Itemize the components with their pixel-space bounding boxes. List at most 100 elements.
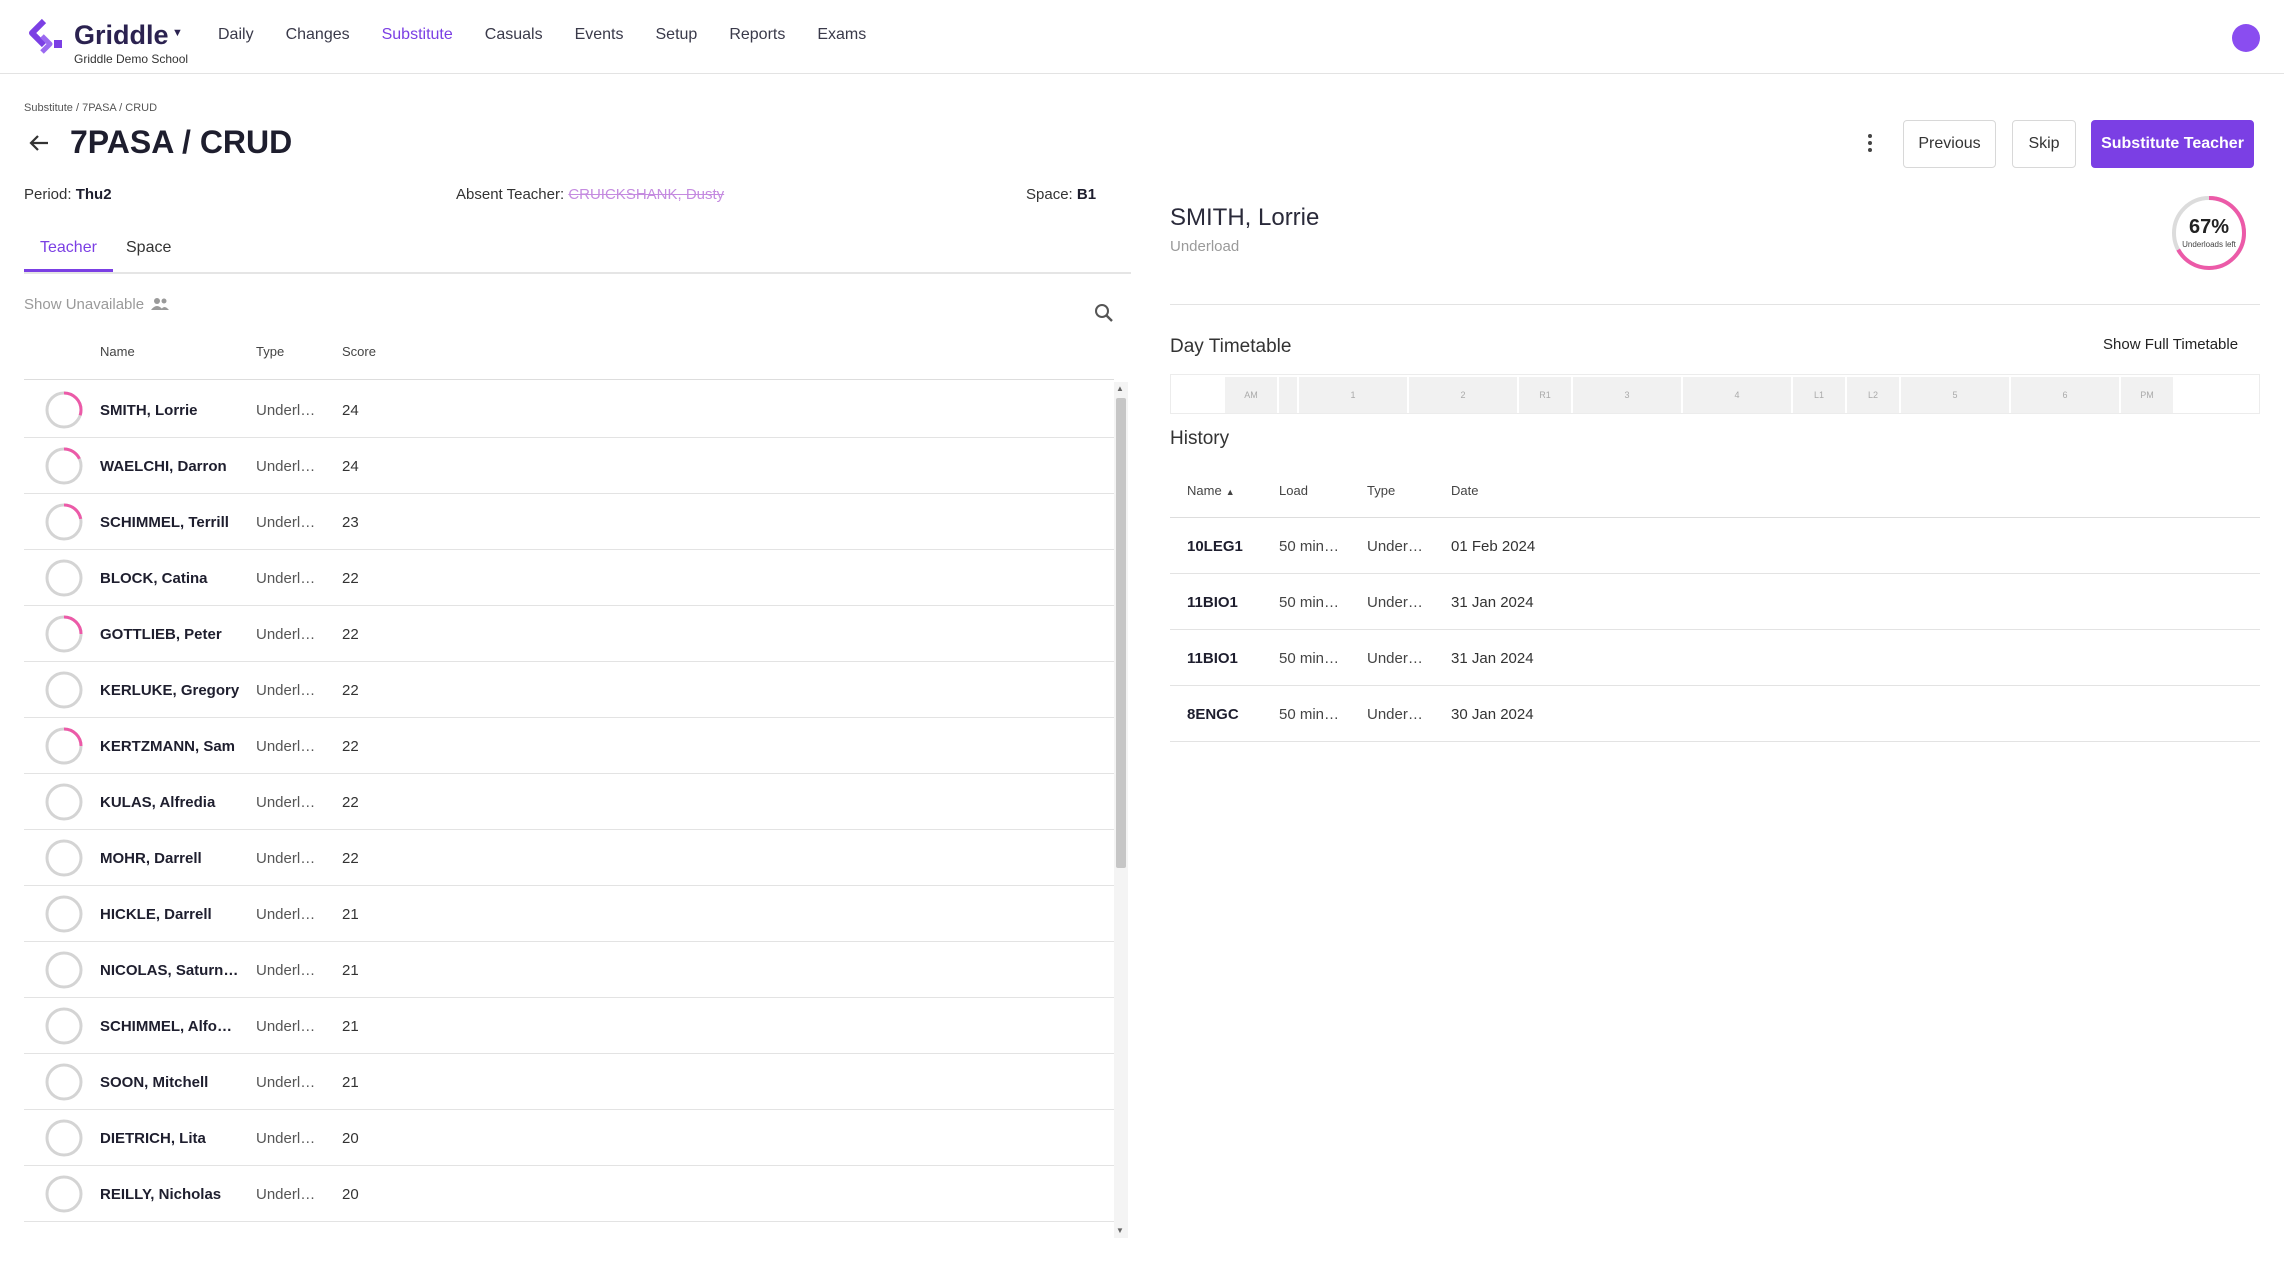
timetable-slot[interactable] bbox=[1279, 377, 1299, 413]
timetable-slot[interactable]: 4 bbox=[1683, 377, 1793, 413]
table-row[interactable]: WAELCHI, Darron Underload 24 bbox=[24, 438, 1114, 494]
skip-button[interactable]: Skip bbox=[2012, 120, 2076, 168]
tab-space[interactable]: Space bbox=[110, 234, 187, 272]
table-row[interactable]: SMITH, Lorrie Underload 24 bbox=[24, 382, 1114, 438]
people-icon[interactable] bbox=[151, 296, 169, 312]
timetable-slot[interactable]: L1 bbox=[1793, 377, 1847, 413]
nav-setup[interactable]: Setup bbox=[656, 26, 698, 44]
history-column-type[interactable]: Type bbox=[1367, 483, 1395, 498]
table-row[interactable]: MOHR, Darrell Underload 22 bbox=[24, 830, 1114, 886]
table-row[interactable]: REILLY, Nicholas Underload 20 bbox=[24, 1166, 1114, 1222]
griddle-logo-icon[interactable] bbox=[28, 18, 66, 56]
nav-events[interactable]: Events bbox=[575, 26, 624, 44]
timetable-slot[interactable]: 1 bbox=[1299, 377, 1409, 413]
teacher-type: Underload bbox=[256, 682, 320, 699]
timetable-slot[interactable]: 3 bbox=[1573, 377, 1683, 413]
breadcrumb[interactable]: Substitute / 7PASA / CRUD bbox=[24, 102, 157, 114]
nav-substitute[interactable]: Substitute bbox=[382, 26, 453, 44]
scroll-up-arrow-icon[interactable]: ▲ bbox=[1116, 384, 1124, 393]
timetable-slot[interactable]: PM bbox=[2121, 377, 2175, 413]
timetable-slot[interactable]: AM bbox=[1225, 377, 1279, 413]
scroll-down-arrow-icon[interactable]: ▼ bbox=[1116, 1226, 1124, 1235]
history-load: 50 minutes bbox=[1279, 706, 1343, 723]
table-row[interactable]: SOON, Mitchell Underload 21 bbox=[24, 1054, 1114, 1110]
teacher-score: 22 bbox=[342, 794, 359, 811]
column-type[interactable]: Type bbox=[256, 344, 284, 359]
timetable-slot[interactable]: 2 bbox=[1409, 377, 1519, 413]
timetable-slot[interactable]: R1 bbox=[1519, 377, 1573, 413]
search-icon[interactable] bbox=[1094, 303, 1114, 323]
history-type: Underload bbox=[1367, 706, 1425, 723]
availability-ring-icon bbox=[45, 1119, 83, 1157]
history-column-name[interactable]: Name ▲ bbox=[1187, 483, 1235, 498]
teacher-name: NICOLAS, Saturnina bbox=[100, 962, 240, 979]
selected-teacher-name: SMITH, Lorrie bbox=[1170, 204, 1320, 231]
scrollbar-thumb[interactable] bbox=[1116, 398, 1126, 868]
table-row[interactable]: NICOLAS, Saturnina Underload 21 bbox=[24, 942, 1114, 998]
chevron-down-icon[interactable]: ▼ bbox=[172, 27, 183, 39]
nav-exams[interactable]: Exams bbox=[817, 26, 866, 44]
history-date: 01 Feb 2024 bbox=[1451, 538, 1536, 555]
main-nav: Daily Changes Substitute Casuals Events … bbox=[218, 26, 898, 44]
availability-ring-icon bbox=[45, 447, 83, 485]
substitute-teacher-button[interactable]: Substitute Teacher bbox=[2091, 120, 2254, 168]
history-row[interactable]: 8ENGC 50 minutes Underload 30 Jan 2024 bbox=[1170, 686, 2260, 742]
history-table-header: Name ▲ Load Type Date bbox=[1170, 468, 2260, 518]
back-arrow-icon[interactable] bbox=[26, 130, 52, 156]
absent-teacher-info: Absent Teacher: CRUICKSHANK, Dusty bbox=[456, 186, 724, 203]
column-score[interactable]: Score bbox=[342, 344, 376, 359]
history-name: 8ENGC bbox=[1187, 706, 1239, 723]
table-row[interactable]: KERTZMANN, Sam Underload 22 bbox=[24, 718, 1114, 774]
teacher-name: GOTTLIEB, Peter bbox=[100, 626, 222, 643]
table-row[interactable]: GOTTLIEB, Peter Underload 22 bbox=[24, 606, 1114, 662]
table-row[interactable]: HICKLE, Darrell Underload 21 bbox=[24, 886, 1114, 942]
timetable-slot[interactable]: L2 bbox=[1847, 377, 1901, 413]
history-column-date[interactable]: Date bbox=[1451, 483, 1478, 498]
history-row[interactable]: 11BIO1 50 minutes Underload 31 Jan 2024 bbox=[1170, 574, 2260, 630]
history-row[interactable]: 10LEG1 50 minutes Underload 01 Feb 2024 bbox=[1170, 518, 2260, 574]
tab-teacher[interactable]: Teacher bbox=[24, 234, 113, 272]
teacher-name: KULAS, Alfredia bbox=[100, 794, 216, 811]
period-info: Period: Thu2 bbox=[24, 186, 112, 203]
teacher-type: Underload bbox=[256, 1074, 320, 1091]
teacher-type: Underload bbox=[256, 458, 320, 475]
table-row[interactable]: SCHIMMEL, Alfonso Underload 21 bbox=[24, 998, 1114, 1054]
user-avatar[interactable] bbox=[2232, 24, 2260, 52]
absent-teacher-value[interactable]: CRUICKSHANK, Dusty bbox=[568, 186, 724, 203]
timetable-slot[interactable]: 5 bbox=[1901, 377, 2011, 413]
nav-casuals[interactable]: Casuals bbox=[485, 26, 543, 44]
absent-teacher-label: Absent Teacher: bbox=[456, 186, 565, 203]
nav-changes[interactable]: Changes bbox=[286, 26, 350, 44]
history-column-load[interactable]: Load bbox=[1279, 483, 1308, 498]
history-date: 31 Jan 2024 bbox=[1451, 594, 1534, 611]
teacher-score: 20 bbox=[342, 1130, 359, 1147]
top-navigation-bar: Griddle ▼ Griddle Demo School Daily Chan… bbox=[0, 0, 2284, 74]
availability-ring-icon bbox=[45, 559, 83, 597]
brand-name[interactable]: Griddle bbox=[74, 20, 169, 51]
day-timetable: AM 1 2 R1 3 4 L1 L2 5 6 PM bbox=[1170, 374, 2260, 414]
teacher-score: 24 bbox=[342, 402, 359, 419]
table-row[interactable]: KULAS, Alfredia Underload 22 bbox=[24, 774, 1114, 830]
teacher-table-header: Name Type Score bbox=[24, 340, 1114, 380]
space-value: B1 bbox=[1076, 186, 1097, 203]
history-row[interactable]: 11BIO1 50 minutes Underload 31 Jan 2024 bbox=[1170, 630, 2260, 686]
show-unavailable-toggle[interactable]: Show Unavailable bbox=[24, 296, 144, 313]
availability-ring-icon bbox=[45, 783, 83, 821]
nav-daily[interactable]: Daily bbox=[218, 26, 254, 44]
teacher-name: MOHR, Darrell bbox=[100, 850, 202, 867]
table-row[interactable]: SCHIMMEL, Terrill Underload 23 bbox=[24, 494, 1114, 550]
teacher-score: 22 bbox=[342, 738, 359, 755]
table-row[interactable]: BLOCK, Catina Underload 22 bbox=[24, 550, 1114, 606]
availability-ring-icon bbox=[45, 503, 83, 541]
table-row[interactable]: KERLUKE, Gregory Underload 22 bbox=[24, 662, 1114, 718]
timetable-slot[interactable]: 6 bbox=[2011, 377, 2121, 413]
nav-reports[interactable]: Reports bbox=[729, 26, 785, 44]
table-row[interactable]: DIETRICH, Lita Underload 20 bbox=[24, 1110, 1114, 1166]
column-name[interactable]: Name bbox=[100, 344, 135, 359]
show-full-timetable-link[interactable]: Show Full Timetable bbox=[2103, 336, 2238, 353]
teacher-type: Underload bbox=[256, 402, 320, 419]
sort-ascending-icon[interactable]: ▲ bbox=[1226, 487, 1235, 497]
previous-button[interactable]: Previous bbox=[1903, 120, 1996, 168]
teacher-score: 21 bbox=[342, 1074, 359, 1091]
more-options-icon[interactable] bbox=[1860, 130, 1880, 156]
